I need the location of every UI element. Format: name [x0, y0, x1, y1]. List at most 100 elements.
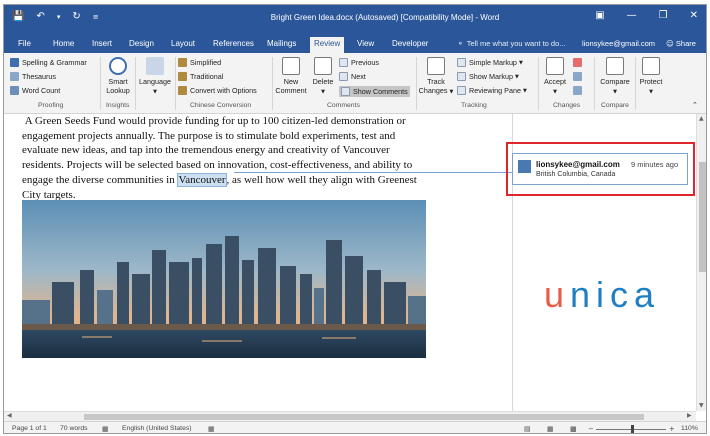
simplified-icon	[178, 58, 187, 67]
simplified-label: Simplified	[190, 58, 222, 67]
tab-developer[interactable]: Developer	[388, 37, 432, 53]
read-mode-icon[interactable]: ▤	[524, 425, 530, 433]
vertical-scroll-thumb[interactable]	[699, 162, 706, 272]
page-count[interactable]: Page 1 of 1	[12, 425, 47, 432]
tab-insert[interactable]: Insert	[88, 37, 116, 53]
dropdown-caret-icon: ▼	[553, 89, 557, 95]
scroll-up-icon[interactable]: ▲	[699, 115, 704, 122]
protect-button[interactable]: Protect ▼	[636, 57, 666, 97]
next-comment-button[interactable]: Next	[339, 72, 366, 81]
previous-label: Previous	[351, 58, 379, 67]
thesaurus-button[interactable]: Thesaurus	[10, 72, 56, 81]
logo-rest: nica	[570, 274, 661, 315]
collapse-ribbon-icon[interactable]: ⌃	[692, 101, 698, 109]
proofing-status-icon[interactable]: ▦	[102, 425, 108, 433]
reject-icon	[573, 58, 582, 67]
tab-file[interactable]: File	[14, 37, 35, 53]
show-markup-dropdown[interactable]: Show Markup ▼	[457, 72, 519, 81]
track-label-2: Changes	[418, 86, 448, 95]
show-markup-label: Show Markup	[469, 72, 513, 81]
reject-button[interactable]	[573, 58, 585, 67]
commented-word[interactable]: Vancouver	[177, 172, 227, 187]
dropdown-caret-icon: ▼	[522, 87, 527, 94]
language-status[interactable]: English (United States)	[122, 425, 192, 432]
markup-icon	[457, 58, 466, 67]
tracking-group-label: Tracking	[461, 102, 487, 109]
tell-me-box[interactable]: ⚬ Tell me what you want to do...	[457, 37, 566, 51]
insights-group-label: Insights	[106, 102, 130, 109]
macro-recording-icon[interactable]: ▦	[208, 425, 214, 433]
title-bar: 💾 ↶ ▾ ↻ ≡ Bright Green Idea.docx (Autosa…	[4, 5, 706, 34]
previous-change-button[interactable]	[573, 72, 585, 81]
tab-mailings[interactable]: Mailings	[263, 37, 300, 53]
smart-lookup-label-1: Smart	[108, 77, 128, 86]
document-paragraph[interactable]: A Green Seeds Fund would provide funding…	[22, 114, 428, 202]
status-bar: Page 1 of 1 70 words ▦ English (United S…	[4, 421, 706, 433]
share-button[interactable]: ☺ Share	[666, 37, 696, 51]
minimize-icon[interactable]: —	[627, 10, 637, 21]
spelling-grammar-button[interactable]: Spelling & Grammar	[10, 58, 87, 67]
web-layout-icon[interactable]: ▩	[570, 425, 576, 433]
scroll-left-icon[interactable]: ◀	[7, 412, 12, 419]
tab-layout[interactable]: Layout	[167, 37, 199, 53]
reviewing-pane-dropdown[interactable]: Reviewing Pane ▼	[457, 86, 527, 95]
scroll-right-icon[interactable]: ▶	[687, 412, 692, 419]
comment-connector-line	[234, 172, 512, 173]
compare-icon	[606, 57, 624, 75]
document-area[interactable]: A Green Seeds Fund would provide funding…	[4, 114, 696, 411]
next-change-button[interactable]	[573, 86, 585, 95]
zoom-in-icon[interactable]: +	[669, 425, 675, 433]
accept-label: Accept	[544, 77, 566, 86]
account-name[interactable]: lionsykee@gmail.com	[582, 37, 655, 51]
scroll-down-icon[interactable]: ▼	[699, 402, 704, 409]
delete-label: Delete	[312, 77, 334, 86]
tab-design[interactable]: Design	[125, 37, 158, 53]
spelling-label: Spelling & Grammar	[22, 58, 87, 67]
track-changes-button[interactable]: Track Changes ▼	[418, 57, 454, 97]
previous-comment-button[interactable]: Previous	[339, 58, 379, 67]
new-comment-button[interactable]: New Comment	[274, 57, 308, 95]
traditional-icon	[178, 72, 187, 81]
show-markup-icon	[457, 72, 466, 81]
ribbon-separator	[538, 57, 539, 110]
language-button[interactable]: Language ▼	[137, 57, 173, 97]
dropdown-caret-icon: ▼	[321, 89, 325, 95]
zoom-slider-handle[interactable]	[631, 425, 634, 433]
tab-references[interactable]: References	[209, 37, 258, 53]
lightbulb-icon: ⚬	[457, 39, 464, 48]
tab-review[interactable]: Review	[310, 37, 345, 53]
horizontal-scrollbar[interactable]: ◀ ▶	[4, 411, 696, 421]
dropdown-caret-icon: ▼	[649, 89, 653, 95]
word-count-button[interactable]: Word Count	[10, 86, 60, 95]
zoom-out-icon[interactable]: −	[588, 425, 594, 433]
vertical-scrollbar[interactable]: ▲ ▼	[696, 114, 706, 411]
smart-lookup-button[interactable]: Smart Lookup	[104, 57, 132, 95]
city-skyline-image[interactable]	[22, 200, 426, 358]
city-skyline-illustration	[22, 200, 426, 358]
show-comments-button[interactable]: Show Comments	[339, 86, 410, 97]
horizontal-scroll-thumb[interactable]	[84, 414, 644, 420]
traditional-button[interactable]: Traditional	[178, 72, 223, 81]
compare-button[interactable]: Compare ▼	[596, 57, 634, 97]
close-icon[interactable]: ✕	[690, 10, 698, 21]
word-window: 💾 ↶ ▾ ↻ ≡ Bright Green Idea.docx (Autosa…	[3, 4, 707, 434]
word-count-icon	[10, 86, 19, 95]
comment-highlight-box	[506, 142, 695, 196]
zoom-level[interactable]: 110%	[681, 425, 698, 432]
tab-home[interactable]: Home	[49, 37, 78, 53]
print-layout-icon[interactable]: ▦	[547, 425, 553, 433]
language-label: Language	[139, 77, 171, 86]
convert-options-button[interactable]: Convert with Options	[178, 86, 257, 95]
ribbon-separator	[272, 57, 273, 110]
ribbon-display-icon[interactable]: ▣	[595, 10, 604, 21]
delete-comment-button[interactable]: Delete ▼	[309, 57, 337, 97]
next-change-icon	[573, 86, 582, 95]
show-comments-label: Show Comments	[353, 87, 408, 96]
dropdown-caret-icon: ▼	[613, 89, 617, 95]
accept-button[interactable]: Accept ▼	[540, 57, 570, 97]
simplified-button[interactable]: Simplified	[178, 58, 221, 67]
tab-view[interactable]: View	[353, 37, 378, 53]
word-count[interactable]: 70 words	[60, 425, 88, 432]
simple-markup-dropdown[interactable]: Simple Markup ▼	[457, 58, 523, 67]
restore-icon[interactable]: ❐	[659, 10, 668, 21]
